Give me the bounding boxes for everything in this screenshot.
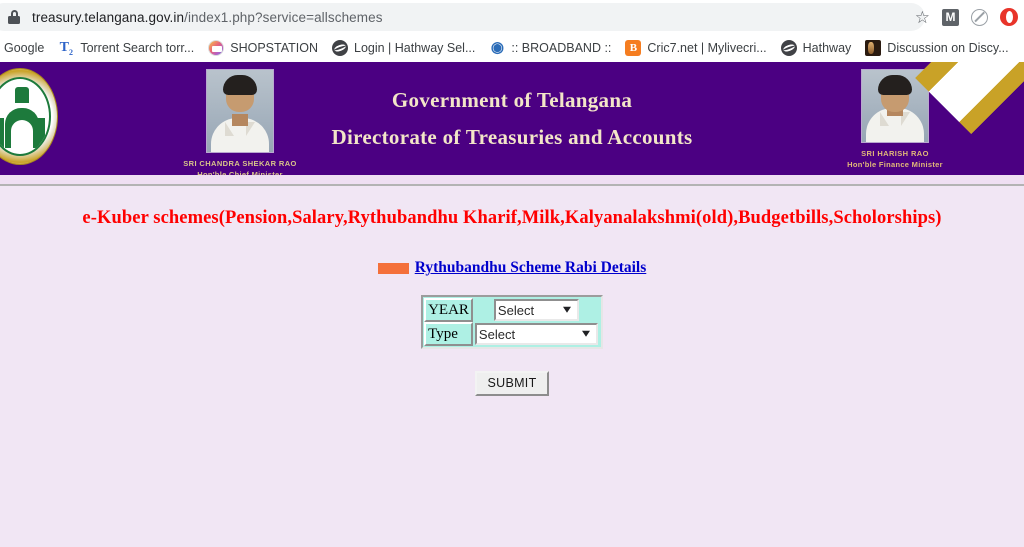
star-icon[interactable]: ☆ <box>915 9 930 26</box>
bookmark-label: :: BROADBAND :: <box>511 41 612 55</box>
bookmark-shopstation[interactable]: SHOPSTATION <box>201 37 325 59</box>
site-banner: SRI CHANDRA SHEKAR RAO Hon'ble Chief Min… <box>0 62 1024 175</box>
table-row-year: YEAR Select <box>424 298 600 322</box>
bookmark-label: Hathway <box>802 41 852 55</box>
chief-minister-title: Hon'ble Chief Minister <box>197 170 283 175</box>
address-bar[interactable]: treasury.telangana.gov.in/index1.php?ser… <box>0 3 925 31</box>
lock-icon[interactable] <box>8 10 20 24</box>
url-text: treasury.telangana.gov.in/index1.php?ser… <box>32 10 383 25</box>
chief-minister-block: SRI CHANDRA SHEKAR RAO Hon'ble Chief Min… <box>155 69 325 175</box>
torrent-icon: T2 <box>59 40 73 57</box>
omnibox-row: treasury.telangana.gov.in/index1.php?ser… <box>0 0 1024 34</box>
opera-extension-icon[interactable] <box>1000 8 1018 26</box>
table-row-type: Type Select <box>424 322 600 346</box>
broken-image-marker-icon <box>377 262 409 274</box>
main-content: e-Kuber schemes(Pension,Salary,Rythuband… <box>0 186 1024 396</box>
bookmark-cric7[interactable]: B Cric7.net | Mylivecri... <box>618 37 773 59</box>
bookmark-torrent-search[interactable]: T2 Torrent Search torr... <box>51 37 201 59</box>
bookmark-hathway[interactable]: Hathway <box>774 37 859 59</box>
bookmark-label: Login | Hathway Sel... <box>354 41 476 55</box>
bookmark-log-in[interactable]: 👍 Log In - <box>1016 37 1024 59</box>
finance-minister-title: Hon'ble Finance Minister <box>847 160 943 169</box>
type-select[interactable]: Select <box>474 323 598 345</box>
bookmark-label: Torrent Search torr... <box>80 41 195 55</box>
bookmark-label: Discussion on Discy... <box>887 41 1009 55</box>
globe-icon <box>780 40 797 56</box>
banner-divider <box>0 175 1024 186</box>
year-field-cell: Select <box>472 298 600 322</box>
bookmark-broadband[interactable]: ◉ :: BROADBAND :: <box>482 37 618 59</box>
globe-icon <box>332 40 348 56</box>
scheme-link-row: Rythubandhu Scheme Rabi Details <box>0 259 1024 277</box>
submit-row: SUBMIT <box>0 371 1024 396</box>
scheme-form: YEAR Select Type Select <box>0 295 1024 349</box>
gmail-extension-icon[interactable]: M <box>942 8 959 26</box>
url-domain: treasury.telangana.gov.in <box>32 9 185 25</box>
telangana-state-emblem-icon <box>0 68 58 168</box>
bookmark-google[interactable]: Google <box>0 37 51 59</box>
discy-icon <box>865 40 882 56</box>
scheme-filter-table: YEAR Select Type Select <box>421 295 603 349</box>
year-select[interactable]: Select <box>493 299 579 321</box>
page-viewport: SRI CHANDRA SHEKAR RAO Hon'ble Chief Min… <box>0 62 1024 547</box>
shopstation-icon <box>208 40 225 56</box>
rythubandhu-rabi-details-link[interactable]: Rythubandhu Scheme Rabi Details <box>415 259 647 277</box>
blocked-extension-icon[interactable] <box>971 8 988 26</box>
page-title: e-Kuber schemes(Pension,Salary,Rythuband… <box>82 208 942 228</box>
bookmark-hathway-login[interactable]: Login | Hathway Sel... <box>325 37 482 59</box>
bookmark-label: SHOPSTATION <box>230 41 318 55</box>
url-path: /index1.php?service=allschemes <box>184 9 383 25</box>
type-select-wrapper: Select <box>474 323 598 345</box>
blogger-icon: B <box>625 40 642 56</box>
chief-minister-name: SRI CHANDRA SHEKAR RAO <box>183 159 297 168</box>
type-field-cell: Select <box>472 322 600 346</box>
year-select-wrapper: Select <box>493 299 579 321</box>
type-label: Type <box>424 322 473 346</box>
chief-minister-photo <box>206 69 274 153</box>
omnibox-actions: ☆ M <box>915 0 1018 34</box>
bookmark-label: Google <box>4 41 45 55</box>
year-label: YEAR <box>424 298 473 322</box>
broadband-icon: ◉ <box>490 39 504 56</box>
submit-button[interactable]: SUBMIT <box>475 371 549 396</box>
finance-minister-name: SRI HARISH RAO <box>861 149 929 158</box>
bookmarks-bar: Google T2 Torrent Search torr... SHOPSTA… <box>0 34 1024 62</box>
bookmark-label: Cric7.net | Mylivecri... <box>647 41 767 55</box>
bookmark-discy[interactable]: Discussion on Discy... <box>858 37 1015 59</box>
browser-chrome: treasury.telangana.gov.in/index1.php?ser… <box>0 0 1024 62</box>
